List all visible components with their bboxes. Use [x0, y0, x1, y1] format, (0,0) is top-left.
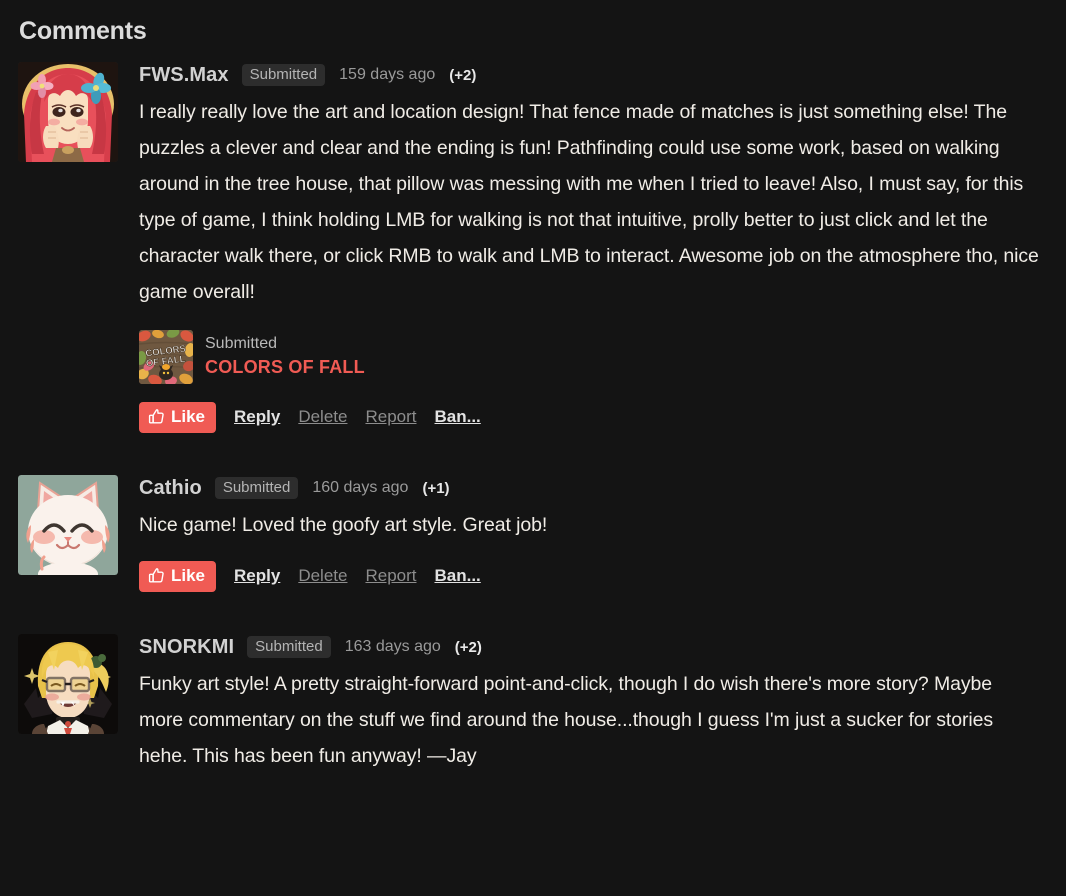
comment-text: I really really love the art and locatio… — [139, 100, 1039, 303]
game-submitted-label: Submitted — [205, 335, 278, 353]
like-button-label: Like — [171, 566, 206, 585]
comment-actions: Like Reply Delete Report Ban... — [139, 401, 1039, 433]
comment-header: Cathio Submitted 160 days ago (+1) — [139, 477, 1039, 500]
game-thumbnail[interactable]: COLORS OF FALL — [139, 329, 193, 384]
comment-timestamp: 160 days ago — [312, 479, 409, 496]
comment-votes: (+1) — [422, 479, 450, 497]
comment-body: FWS.Max Submitted 159 days ago (+2) I re… — [139, 62, 1039, 433]
like-button[interactable]: Like — [139, 401, 217, 433]
comment-item: FWS.Max Submitted 159 days ago (+2) I re… — [18, 61, 1050, 433]
delete-link[interactable]: Delete — [298, 407, 347, 427]
comments-page: Comments FWS.Max Submitted 159 days ago … — [0, 0, 1066, 896]
comment-item: Cathio Submitted 160 days ago (+1) Nice … — [18, 474, 1050, 592]
comment-timestamp: 159 days ago — [339, 66, 436, 83]
comment-author[interactable]: SNORKMI — [139, 636, 234, 659]
submitted-game-reference[interactable]: COLORS OF FALL Submitted COLORS OF FALL — [139, 329, 1039, 384]
comment-author[interactable]: Cathio — [139, 477, 202, 500]
status-badge: Submitted — [214, 477, 299, 499]
comment-text: Funky art style! A pretty straight-forwa… — [139, 672, 993, 767]
thumbs-up-icon — [148, 567, 166, 585]
report-link[interactable]: Report — [365, 566, 416, 586]
comment-item: SNORKMI Submitted 163 days ago (+2) Funk… — [18, 633, 1050, 774]
comment-author[interactable]: FWS.Max — [139, 64, 229, 87]
page-title: Comments — [19, 17, 147, 45]
thumbs-up-icon — [148, 408, 166, 426]
comment-actions: Like Reply Delete Report Ban... — [139, 560, 1039, 592]
game-title-link[interactable]: COLORS OF FALL — [205, 356, 365, 379]
ban-link[interactable]: Ban... — [435, 407, 481, 427]
comment-votes: (+2) — [449, 66, 477, 84]
comment-header: FWS.Max Submitted 159 days ago (+2) — [139, 64, 1039, 87]
ban-link[interactable]: Ban... — [435, 566, 481, 586]
avatar-snorkmi[interactable] — [18, 633, 118, 734]
comment-votes: (+2) — [454, 638, 482, 656]
comment-body: Cathio Submitted 160 days ago (+1) Nice … — [139, 475, 1039, 592]
comment-header: SNORKMI Submitted 163 days ago (+2) — [139, 636, 1039, 659]
reply-link[interactable]: Reply — [234, 566, 280, 586]
like-button[interactable]: Like — [139, 560, 217, 592]
comment-body: SNORKMI Submitted 163 days ago (+2) Funk… — [139, 634, 1039, 774]
delete-link[interactable]: Delete — [298, 566, 347, 586]
avatar-cathio[interactable] — [18, 474, 118, 575]
report-link[interactable]: Report — [365, 407, 416, 427]
like-button-label: Like — [171, 407, 206, 426]
avatar-fws-max[interactable] — [18, 61, 118, 162]
comment-timestamp: 163 days ago — [344, 638, 441, 655]
comment-text: Nice game! Loved the goofy art style. Gr… — [139, 513, 548, 536]
game-meta: Submitted COLORS OF FALL — [205, 334, 365, 379]
status-badge: Submitted — [241, 64, 326, 86]
reply-link[interactable]: Reply — [234, 407, 280, 427]
status-badge: Submitted — [247, 636, 331, 658]
